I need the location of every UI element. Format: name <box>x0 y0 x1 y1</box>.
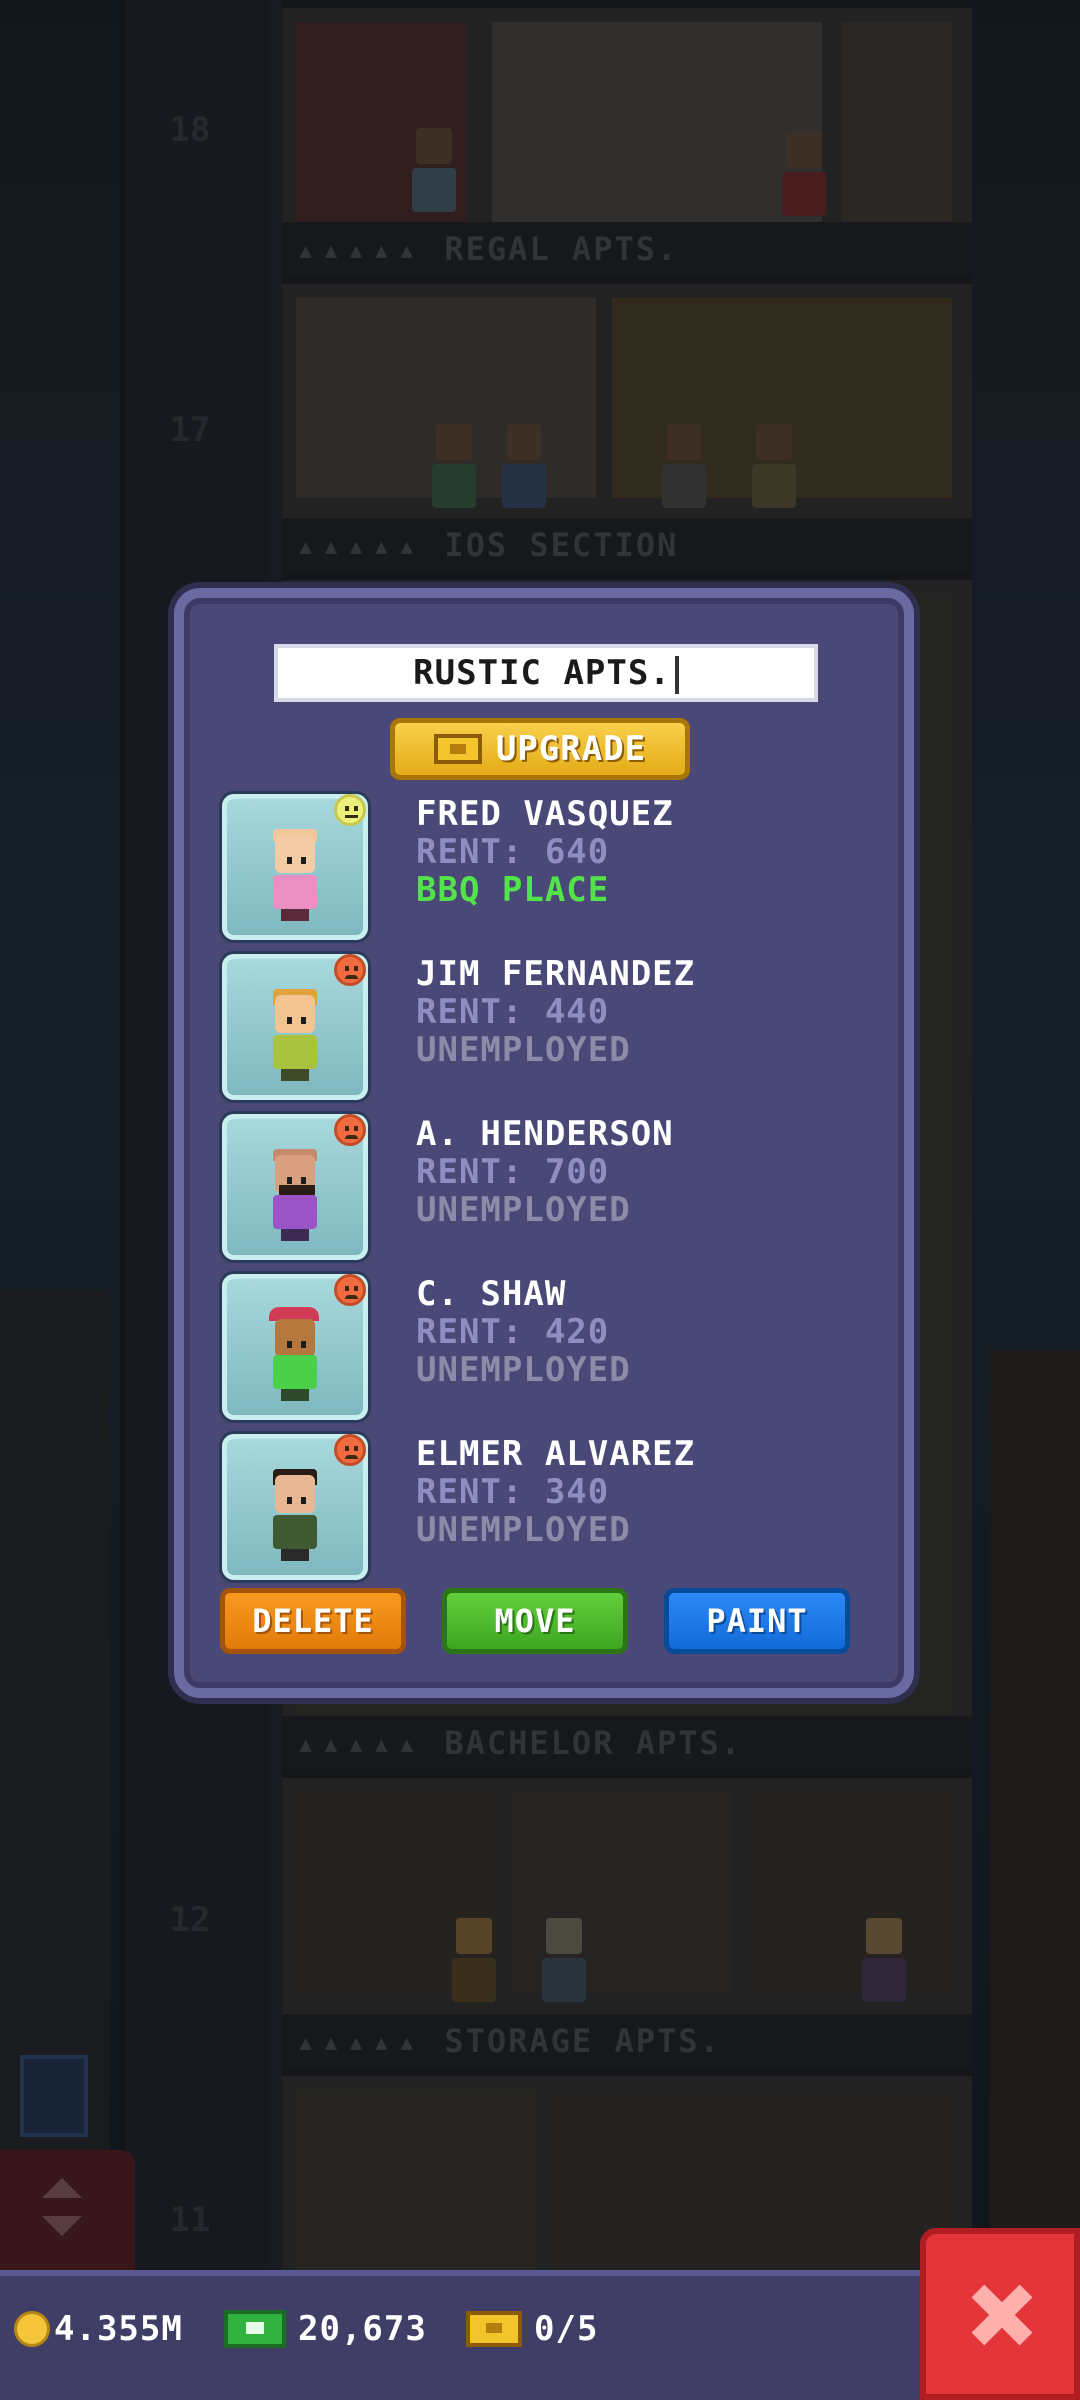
floor-number: 17 <box>169 410 211 450</box>
tenant-row[interactable]: JIM FERNANDEZ RENT: 440 UNEMPLOYED <box>222 954 862 1104</box>
floor-label-ios: ▴▴▴▴▴ IOS SECTION <box>282 518 972 572</box>
tenant-name: ELMER ALVAREZ <box>416 1434 696 1474</box>
resident-figure <box>502 424 546 514</box>
text-caret <box>674 655 679 694</box>
neutral-face-icon <box>334 794 366 826</box>
tenant-row[interactable]: C. SHAW RENT: 420 UNEMPLOYED <box>222 1274 862 1424</box>
sad-face-icon <box>334 1114 366 1146</box>
elevator-control-button[interactable] <box>0 2150 135 2270</box>
floor-number: 18 <box>169 110 211 150</box>
floor-label-bachelor: ▴▴▴▴▴ BACHELOR APTS. <box>282 1716 972 1770</box>
upgrade-label: UPGRADE <box>495 729 647 769</box>
tenant-job[interactable]: BBQ PLACE <box>416 870 609 910</box>
bux-value: 0/5 <box>534 2309 599 2349</box>
bux-counter[interactable]: 0/5 <box>466 2304 598 2354</box>
tenant-row[interactable]: A. HENDERSON RENT: 700 UNEMPLOYED <box>222 1114 862 1264</box>
floor-label-storage: ▴▴▴▴▴ STORAGE APTS. <box>282 2014 972 2068</box>
coins-value: 4.355M <box>54 2309 183 2349</box>
tenant-sprite <box>273 1149 317 1241</box>
coin-icon <box>14 2311 50 2347</box>
tenant-job: UNEMPLOYED <box>416 1190 631 1230</box>
tenant-name: A. HENDERSON <box>416 1114 674 1154</box>
delete-button[interactable]: DELETE <box>220 1588 406 1654</box>
status-bar: 4.355M 20,673 0/5 <box>0 2270 1080 2400</box>
bux-icon <box>466 2311 522 2347</box>
floor-label-regal: ▴▴▴▴▴ REGAL APTS. <box>282 222 972 276</box>
floor-number: 12 <box>169 1900 211 1940</box>
close-button[interactable] <box>920 2228 1080 2400</box>
coins-counter[interactable]: 4.355M <box>14 2304 183 2354</box>
resident-figure <box>662 424 706 514</box>
sad-face-icon <box>334 954 366 986</box>
resident-figure <box>782 132 826 222</box>
tenant-job: UNEMPLOYED <box>416 1510 631 1550</box>
tenant-rent: RENT: 420 <box>416 1312 610 1352</box>
tenant-rent: RENT: 700 <box>416 1152 610 1192</box>
floor-17[interactable] <box>282 276 972 522</box>
right-building <box>990 1350 1080 2270</box>
bux-icon <box>433 734 482 764</box>
tenant-sprite <box>273 989 317 1081</box>
tenant-name: JIM FERNANDEZ <box>416 954 696 994</box>
resident-figure <box>412 128 456 218</box>
cash-value: 20,673 <box>298 2309 427 2349</box>
tenant-sprite <box>269 1307 319 1401</box>
floor-name-input[interactable]: RUSTIC APTS. <box>274 644 818 702</box>
cash-icon <box>224 2310 286 2348</box>
floor-name-value: RUSTIC APTS. <box>413 653 671 693</box>
tenant-sprite <box>273 1469 317 1561</box>
tenant-row[interactable]: FRED VASQUEZ RENT: 640 BBQ PLACE <box>222 794 862 944</box>
resident-figure <box>752 424 796 514</box>
tenant-job: UNEMPLOYED <box>416 1030 631 1070</box>
tenant-row[interactable]: ELMER ALVAREZ RENT: 340 UNEMPLOYED <box>222 1434 862 1584</box>
tenant-rent: RENT: 340 <box>416 1472 610 1512</box>
arrow-down-icon <box>42 2216 82 2236</box>
upgrade-button[interactable]: UPGRADE <box>390 718 690 780</box>
tenant-name: C. SHAW <box>416 1274 567 1314</box>
resident-figure <box>862 1918 906 2008</box>
floor-12[interactable] <box>282 1770 972 2018</box>
floor-18[interactable] <box>282 0 972 230</box>
move-button[interactable]: MOVE <box>442 1588 628 1654</box>
sad-face-icon <box>334 1274 366 1306</box>
resident-figure <box>452 1918 496 2008</box>
tenant-rent: RENT: 640 <box>416 832 610 872</box>
cash-counter[interactable]: 20,673 <box>224 2304 427 2354</box>
side-sign <box>20 2055 88 2137</box>
floor-11[interactable] <box>282 2068 972 2290</box>
tenant-job: UNEMPLOYED <box>416 1350 631 1390</box>
floor-number: 11 <box>169 2200 211 2240</box>
resident-figure <box>542 1918 586 2008</box>
arrow-up-icon <box>42 2178 82 2198</box>
floor-details-dialog: RUSTIC APTS. UPGRADE FRED VASQUEZ RENT: … <box>174 588 914 1698</box>
sad-face-icon <box>334 1434 366 1466</box>
resident-figure <box>432 424 476 514</box>
tenant-sprite <box>273 829 317 921</box>
game-screen: 18 ▴▴▴▴▴ REGAL APTS. 17 ▴▴▴▴▴ IOS SECTION … <box>0 0 1080 2400</box>
tenant-name: FRED VASQUEZ <box>416 794 674 834</box>
tenant-rent: RENT: 440 <box>416 992 610 1032</box>
paint-button[interactable]: PAINT <box>664 1588 850 1654</box>
